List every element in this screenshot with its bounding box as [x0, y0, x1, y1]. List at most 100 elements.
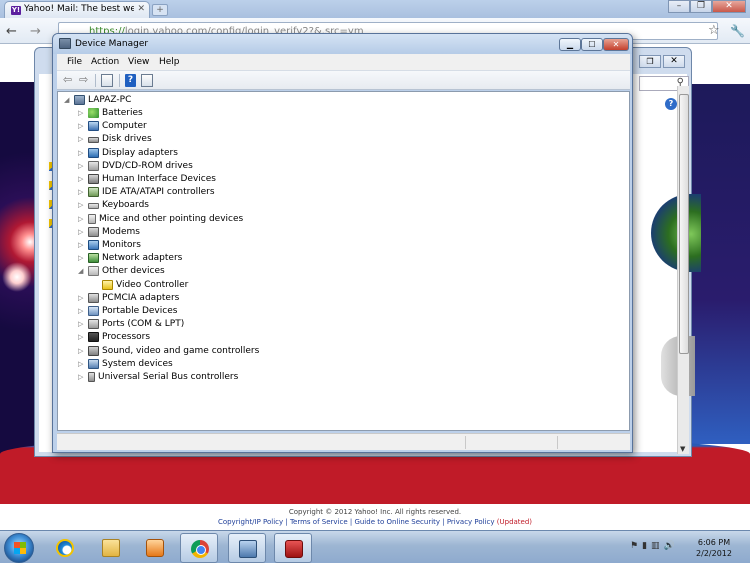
menu-help[interactable]: Help: [159, 57, 180, 67]
expand-arrow-icon[interactable]: ▷: [78, 226, 86, 239]
menu-action[interactable]: Action: [91, 57, 119, 67]
system-clock[interactable]: 6:06 PM 2/2/2012: [686, 537, 742, 559]
tree-root[interactable]: ◢ LAPAZ-PC: [64, 94, 131, 107]
device-category[interactable]: ▷ Network adapters: [78, 252, 182, 265]
network-adapter-icon: [88, 253, 99, 263]
expand-arrow-icon[interactable]: ▷: [78, 239, 86, 252]
device-category[interactable]: ▷ Human Interface Devices: [78, 173, 216, 186]
wrench-menu-icon[interactable]: 🔧: [730, 24, 745, 38]
menu-file[interactable]: File: [67, 57, 82, 67]
collapse-arrow-icon[interactable]: ◢: [64, 94, 72, 107]
forward-arrow-icon[interactable]: ⇨: [79, 74, 88, 87]
menu-view[interactable]: View: [128, 57, 149, 67]
device-category[interactable]: ▷ Display adapters: [78, 147, 178, 160]
expand-arrow-icon[interactable]: ▷: [78, 147, 86, 160]
network-icon[interactable]: ▥: [651, 541, 660, 551]
show-hide-console-tree-icon[interactable]: [101, 74, 113, 87]
volume-icon[interactable]: 🔊: [664, 541, 675, 551]
device-category[interactable]: ▷ Ports (COM & LPT): [78, 318, 184, 331]
taskbar-internet-explorer[interactable]: [46, 533, 84, 563]
category-label: Processors: [102, 332, 151, 342]
browser-minimize-button[interactable]: –: [668, 0, 690, 13]
device-item[interactable]: Video Controller: [92, 279, 188, 292]
menu-bar: File Action View Help: [57, 54, 630, 70]
expand-arrow-icon[interactable]: ▷: [78, 213, 86, 226]
expand-arrow-icon[interactable]: ▷: [78, 292, 86, 305]
expand-arrow-icon[interactable]: ▷: [78, 199, 86, 212]
new-tab-button[interactable]: +: [152, 4, 168, 16]
back-arrow-icon[interactable]: ←: [6, 24, 17, 39]
category-label: DVD/CD-ROM drives: [102, 161, 193, 171]
device-category[interactable]: ▷ Keyboards: [78, 199, 149, 212]
expand-arrow-icon[interactable]: ▷: [78, 252, 86, 265]
help-icon[interactable]: ?: [125, 74, 136, 87]
expand-arrow-icon[interactable]: ▷: [78, 318, 86, 331]
device-category[interactable]: ▷ IDE ATA/ATAPI controllers: [78, 186, 215, 199]
expand-arrow-icon[interactable]: ▷: [78, 173, 86, 186]
power-icon[interactable]: ▮: [642, 541, 647, 551]
browser-close-button[interactable]: ✕: [712, 0, 746, 13]
properties-icon[interactable]: [141, 74, 153, 87]
collapse-arrow-icon[interactable]: ◢: [78, 265, 86, 278]
tab-close-icon[interactable]: ✕: [137, 4, 145, 14]
taskbar-toolbox[interactable]: [274, 533, 312, 563]
expand-arrow-icon[interactable]: ▷: [78, 120, 86, 133]
browser-window-controls: – ❐ ✕: [668, 0, 746, 14]
bookmark-star-icon[interactable]: ☆: [708, 23, 720, 38]
device-manager-titlebar[interactable]: Device Manager ▁ ☐ ✕: [53, 34, 632, 54]
device-category[interactable]: ▷ PCMCIA adapters: [78, 292, 179, 305]
sound-icon: [88, 346, 99, 356]
device-manager-window: Device Manager ▁ ☐ ✕ File Action View He…: [52, 33, 633, 453]
device-category[interactable]: ▷ Universal Serial Bus controllers: [78, 371, 238, 384]
browser-tab-yahoo-mail[interactable]: Y! Yahoo! Mail: The best web- ✕: [4, 1, 150, 18]
toolbox-icon: [285, 540, 303, 558]
device-category[interactable]: ▷ Modems: [78, 226, 140, 239]
expand-arrow-icon[interactable]: ▷: [78, 371, 86, 384]
device-category[interactable]: ▷ Sound, video and game controllers: [78, 345, 259, 358]
device-category[interactable]: ▷ Monitors: [78, 239, 141, 252]
minimize-button[interactable]: ▁: [559, 38, 581, 51]
expand-arrow-icon[interactable]: ▷: [78, 160, 86, 173]
forward-arrow-icon[interactable]: →: [30, 24, 41, 39]
device-category[interactable]: ▷ Mice and other pointing devices: [78, 213, 243, 226]
action-center-flag-icon[interactable]: ⚑: [630, 541, 638, 551]
dvd-drive-icon: [88, 161, 99, 171]
expand-arrow-icon[interactable]: ▷: [78, 331, 86, 344]
help-icon[interactable]: ?: [665, 98, 677, 110]
scrollbar-thumb[interactable]: [679, 94, 689, 354]
yahoo-scrollbar[interactable]: ▼: [677, 86, 689, 454]
keyboard-icon: [88, 203, 99, 209]
start-button[interactable]: [4, 533, 34, 563]
device-category[interactable]: ▷ Disk drives: [78, 133, 152, 146]
device-category[interactable]: ▷ DVD/CD-ROM drives: [78, 160, 193, 173]
device-category[interactable]: ▷ Batteries: [78, 107, 143, 120]
portable-device-icon: [88, 306, 99, 316]
expand-arrow-icon[interactable]: ▷: [78, 186, 86, 199]
device-category[interactable]: ▷ System devices: [78, 358, 173, 371]
disk-drive-icon: [88, 137, 99, 143]
browser-restore-button[interactable]: ❐: [690, 0, 712, 13]
expand-arrow-icon[interactable]: ▷: [78, 133, 86, 146]
taskbar-windows-explorer[interactable]: [92, 533, 130, 563]
expand-arrow-icon[interactable]: ▷: [78, 345, 86, 358]
device-category[interactable]: ▷ Portable Devices: [78, 305, 177, 318]
scroll-down-icon[interactable]: ▼: [680, 445, 685, 453]
close-button[interactable]: ✕: [603, 38, 629, 51]
yahoo-window-restore-button[interactable]: ❐: [639, 55, 661, 68]
footer-links[interactable]: Copyright/IP Policy | Terms of Service |…: [0, 518, 750, 526]
yahoo-window-close-button[interactable]: ✕: [663, 55, 685, 68]
expand-arrow-icon[interactable]: ▷: [78, 107, 86, 120]
taskbar-chrome[interactable]: [180, 533, 218, 563]
device-category[interactable]: ▷ Computer: [78, 120, 147, 133]
device-category[interactable]: ◢ Other devices: [78, 265, 165, 278]
category-label: Disk drives: [102, 134, 152, 144]
tab-strip: Y! Yahoo! Mail: The best web- ✕ + – ❐ ✕: [0, 0, 750, 18]
taskbar-device-manager[interactable]: [228, 533, 266, 563]
taskbar-media-player[interactable]: [136, 533, 174, 563]
back-arrow-icon[interactable]: ⇦: [63, 74, 72, 87]
device-category[interactable]: ▷ Processors: [78, 331, 150, 344]
modem-icon: [88, 227, 99, 237]
expand-arrow-icon[interactable]: ▷: [78, 358, 86, 371]
maximize-button[interactable]: ☐: [581, 38, 603, 51]
expand-arrow-icon[interactable]: ▷: [78, 305, 86, 318]
